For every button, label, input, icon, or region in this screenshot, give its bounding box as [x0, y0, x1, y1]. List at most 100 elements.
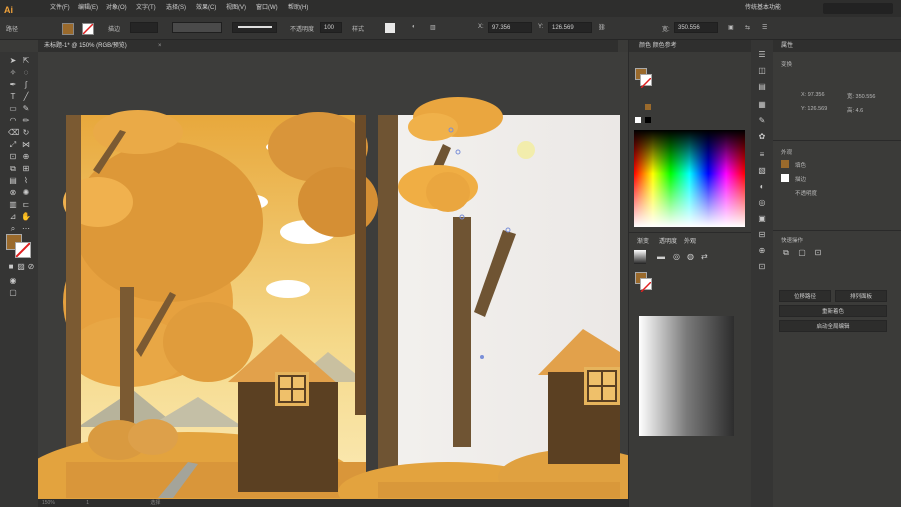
graphic-styles-icon[interactable]: ▣ [757, 214, 767, 224]
mesh-tool-icon[interactable]: ⊞ [21, 164, 31, 174]
recolor-button[interactable]: 重新着色 [779, 305, 887, 317]
libraries-icon[interactable]: ▤ [757, 82, 767, 92]
gradient-panel-icon[interactable]: ▧ [757, 166, 767, 176]
close-tab-icon[interactable]: × [158, 40, 162, 52]
opacity-field[interactable]: 100 [320, 22, 342, 33]
shape-builder-icon[interactable]: ⊕ [21, 152, 31, 162]
gradient-preview[interactable] [639, 316, 734, 436]
stroke-chip[interactable] [781, 174, 789, 182]
black-chip[interactable] [645, 117, 651, 123]
isolate-icon[interactable]: ▣ [728, 24, 734, 31]
last-color-chip[interactable] [645, 104, 651, 110]
align-icon[interactable]: ▥ [430, 24, 436, 31]
swatches-icon[interactable]: ▦ [757, 100, 767, 110]
menu-help[interactable]: 帮助(H) [288, 0, 308, 17]
slice-tool-icon[interactable]: ⊿ [8, 212, 18, 222]
blend-tool-icon[interactable]: ⊗ [8, 188, 18, 198]
shaper-tool-icon[interactable]: ◠ [8, 116, 18, 126]
properties-title[interactable]: 属性 [781, 43, 793, 49]
freeform-gradient-icon[interactable]: ◍ [687, 252, 694, 261]
menu-file[interactable]: 文件(F) [50, 0, 70, 17]
menu-effect[interactable]: 效果(C) [196, 0, 216, 17]
transform-icon[interactable]: ⇆ [745, 24, 750, 31]
symbols-icon[interactable]: ✿ [757, 132, 767, 142]
menu-view[interactable]: 视图(V) [226, 0, 246, 17]
line-tool-icon[interactable]: ╱ [21, 92, 31, 102]
arrange-icon[interactable]: ⧉ [781, 248, 791, 258]
menu-type[interactable]: 文字(T) [136, 0, 156, 17]
artboard-tool-icon[interactable]: ⊏ [21, 200, 31, 210]
scale-tool-icon[interactable]: ⤢ [8, 140, 18, 150]
stroke-swatch[interactable] [82, 23, 94, 35]
radial-gradient-icon[interactable]: ◎ [673, 252, 680, 261]
canvas[interactable] [18, 52, 658, 507]
stroke-color-chip[interactable] [640, 74, 652, 89]
magic-wand-icon[interactable]: ✧ [8, 68, 18, 78]
gradient-mode-icon[interactable]: ▨ [16, 262, 26, 272]
right-artboard[interactable] [338, 97, 658, 507]
fill-chip[interactable] [781, 160, 789, 168]
pencil-icon[interactable]: ✏ [21, 116, 31, 126]
type-tool-icon[interactable]: T [8, 92, 18, 102]
lasso-icon[interactable]: ◌ [21, 68, 31, 78]
artboard-number[interactable]: 1 [86, 500, 89, 506]
pathfinder-icon[interactable]: ⊕ [757, 246, 767, 256]
width-value[interactable]: 宽: 350.556 [847, 92, 875, 100]
align-panel-icon[interactable]: ⊟ [757, 230, 767, 240]
menu-window[interactable]: 窗口(W) [256, 0, 278, 17]
zoom-level[interactable]: 150% [42, 500, 55, 506]
width-field[interactable]: 350.556 [674, 22, 718, 33]
stroke-color-box[interactable] [15, 242, 31, 258]
arrange-button[interactable]: 排列面板 [835, 290, 887, 302]
variable-width-profile[interactable] [172, 22, 222, 33]
stroke-weight-field[interactable] [130, 22, 158, 33]
rotate-icon[interactable]: ↻ [21, 128, 31, 138]
color-spectrum[interactable] [634, 130, 745, 227]
height-value[interactable]: 高: 4.6 [847, 106, 863, 114]
properties-icon[interactable]: ☰ [757, 50, 767, 60]
y-field[interactable]: 126.569 [548, 22, 592, 33]
menu-edit[interactable]: 编辑(E) [78, 0, 98, 17]
appearance-panel-icon[interactable]: ◎ [757, 198, 767, 208]
color-mode-icon[interactable]: ■ [6, 262, 16, 272]
stroke-panel-icon[interactable]: ≡ [757, 150, 767, 160]
workspace-switcher[interactable]: 传统基本功能 [745, 0, 781, 17]
color-panel-title[interactable]: 颜色 颜色参考 [639, 43, 677, 49]
perspective-grid-icon[interactable]: ⧉ [8, 164, 18, 174]
rectangle-tool-icon[interactable]: ▭ [8, 104, 18, 114]
fill-swatch[interactable] [62, 23, 74, 35]
gradient-thumbnail[interactable] [634, 250, 646, 264]
width-tool-icon[interactable]: ⋈ [21, 140, 31, 150]
tab-gradient[interactable]: 渐变 [637, 236, 649, 245]
eraser-icon[interactable]: ⌫ [8, 128, 19, 138]
artboards[interactable] [18, 52, 658, 507]
symbol-sprayer-icon[interactable]: ✺ [21, 188, 31, 198]
transform-panel-icon[interactable]: ⊡ [757, 262, 767, 272]
layers-icon[interactable]: ◫ [757, 66, 767, 76]
hand-tool-icon[interactable]: ✋ [21, 212, 31, 222]
x-field[interactable]: 97.356 [488, 22, 532, 33]
global-edit-button[interactable]: 启动全局编辑 [779, 320, 887, 332]
zoom-tool-icon[interactable]: ⌕ [8, 224, 18, 234]
transparency-panel-icon[interactable]: ◐ [757, 182, 767, 192]
group-icon[interactable]: ▢ [797, 248, 807, 258]
graph-tool-icon[interactable]: ▥ [8, 200, 18, 210]
linear-gradient-icon[interactable]: ▬ [657, 252, 665, 261]
menu-select[interactable]: 选择(S) [166, 0, 186, 17]
selection-tool-icon[interactable]: ➤ [8, 56, 18, 66]
offset-path-button[interactable]: 位移路径 [779, 290, 831, 302]
pen-tool-icon[interactable]: ✒ [8, 80, 18, 90]
document-tab[interactable]: 未标题-1* @ 150% (RGB/预览) [44, 40, 127, 52]
free-transform-icon[interactable]: ⊡ [8, 152, 18, 162]
more-options-icon[interactable]: ☰ [762, 24, 767, 31]
curvature-tool-icon[interactable]: ∫ [21, 80, 31, 90]
paintbrush-icon[interactable]: ✎ [21, 104, 31, 114]
white-chip[interactable] [635, 117, 641, 123]
brushes-icon[interactable]: ✎ [757, 116, 767, 126]
reverse-gradient-icon[interactable]: ⇄ [701, 252, 708, 261]
direct-selection-tool-icon[interactable]: ⇱ [21, 56, 31, 66]
left-artboard[interactable] [18, 110, 378, 507]
none-mode-icon[interactable]: ⊘ [26, 262, 36, 272]
tab-appearance[interactable]: 外观 [684, 236, 696, 245]
graphic-style-swatch[interactable] [385, 23, 395, 33]
